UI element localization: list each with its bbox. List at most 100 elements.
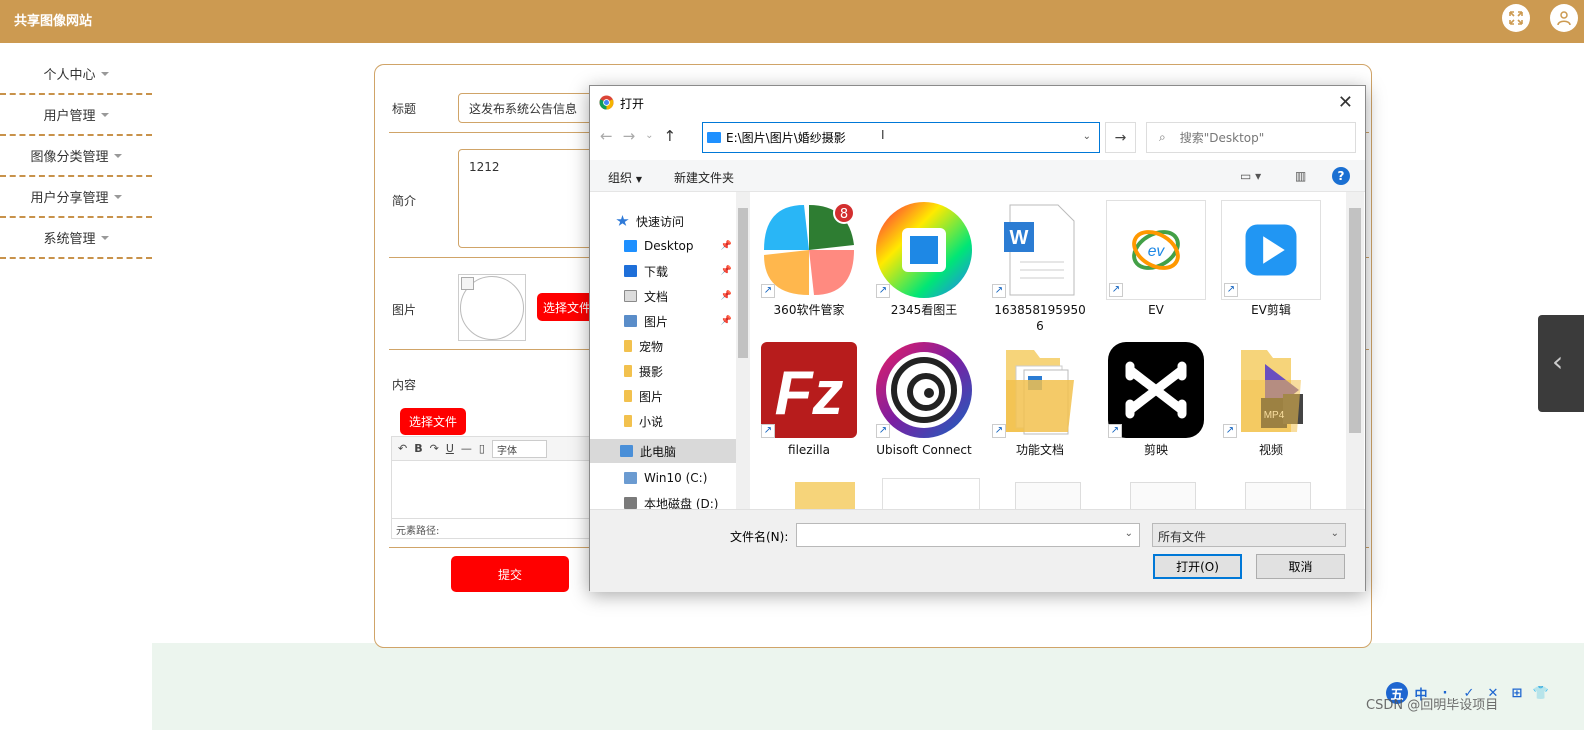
sidebar-item-user-share[interactable]: 用户分享管理 bbox=[0, 177, 152, 218]
folder-icon bbox=[624, 390, 632, 402]
cancel-button[interactable]: 取消 bbox=[1256, 554, 1345, 579]
sidebar: 个人中心 用户管理 图像分类管理 用户分享管理 系统管理 bbox=[0, 54, 152, 259]
file-item-word-doc[interactable]: W ↗ 1638581959506 bbox=[984, 200, 1096, 334]
skin-icon[interactable]: 👕 bbox=[1530, 682, 1552, 704]
nav-item-pictures[interactable]: 图片 📌 bbox=[590, 309, 736, 333]
bold-icon[interactable]: B bbox=[414, 442, 422, 455]
sidebar-item-personal-center[interactable]: 个人中心 bbox=[0, 54, 152, 95]
view-options-icon[interactable]: ▭ ▾ bbox=[1240, 169, 1261, 183]
folder-icon[interactable] bbox=[795, 482, 855, 509]
underline-icon[interactable]: U bbox=[446, 442, 454, 455]
help-icon[interactable]: ? bbox=[1332, 167, 1350, 185]
svg-text:Fz: Fz bbox=[775, 359, 844, 428]
submit-button[interactable]: 提交 bbox=[451, 556, 569, 592]
page-icon[interactable]: ▯ bbox=[479, 442, 485, 455]
file-item-ubisoft[interactable]: ↗ Ubisoft Connect bbox=[868, 340, 980, 458]
file-thumbnail[interactable] bbox=[882, 478, 980, 509]
open-button[interactable]: 打开(O) bbox=[1153, 554, 1242, 579]
font-select[interactable]: 字体 bbox=[491, 439, 547, 458]
file-grid: 8 ↗ 360软件管家 ↗ 2345看图王 W ↗ 1638581959506 … bbox=[750, 192, 1346, 509]
sidebar-item-image-category[interactable]: 图像分类管理 bbox=[0, 136, 152, 177]
document-icon[interactable] bbox=[1245, 482, 1311, 509]
nav-item-this-pc[interactable]: 此电脑 bbox=[590, 439, 736, 463]
broken-image-icon bbox=[461, 277, 474, 290]
chrome-icon bbox=[599, 95, 614, 110]
file-item-2345[interactable]: ↗ 2345看图王 bbox=[868, 200, 980, 318]
word-doc-icon: W ↗ bbox=[990, 200, 1090, 300]
go-button[interactable]: → bbox=[1105, 122, 1136, 153]
nav-item-desktop[interactable]: Desktop 📌 bbox=[590, 234, 736, 258]
up-arrow-icon[interactable]: ↑ bbox=[664, 127, 677, 145]
keyboard-icon[interactable]: ⊞ bbox=[1506, 682, 1528, 704]
choose-image-button[interactable]: 选择文件 bbox=[537, 293, 597, 321]
chevron-down-icon[interactable]: ⌄ bbox=[1125, 528, 1133, 539]
shortcut-arrow-icon: ↗ bbox=[992, 424, 1006, 438]
undo-icon[interactable]: ↶ bbox=[398, 442, 407, 455]
caret-down-icon bbox=[100, 112, 109, 117]
chevron-down-icon: ⌄ bbox=[1330, 528, 1339, 539]
nav-scrollbar[interactable] bbox=[736, 192, 750, 509]
drive-icon bbox=[624, 497, 637, 509]
expand-icon bbox=[1509, 11, 1523, 25]
nav-arrows: ← → ⌄ ↑ bbox=[600, 127, 676, 145]
folder-icon: ↗ bbox=[990, 340, 1090, 440]
sidebar-item-system[interactable]: 系统管理 bbox=[0, 218, 152, 259]
new-folder-button[interactable]: 新建文件夹 bbox=[674, 169, 734, 186]
image-label: 图片 bbox=[392, 303, 417, 317]
user-button[interactable] bbox=[1550, 4, 1578, 32]
chevron-down-icon[interactable]: ⌄ bbox=[1083, 131, 1091, 142]
nav-item-drive-c[interactable]: Win10 (C:) bbox=[590, 466, 736, 490]
document-icon bbox=[624, 290, 637, 302]
desktop-icon bbox=[624, 240, 637, 252]
forward-arrow-icon[interactable]: → bbox=[623, 127, 636, 145]
nav-item-novels[interactable]: 小说 bbox=[590, 409, 736, 433]
back-arrow-icon[interactable]: ← bbox=[600, 127, 613, 145]
redo-icon[interactable]: ↷ bbox=[430, 442, 439, 455]
title-label: 标题 bbox=[392, 102, 417, 116]
shortcut-arrow-icon: ↗ bbox=[761, 284, 775, 298]
preview-pane-icon[interactable]: ▥ bbox=[1295, 169, 1306, 183]
pin-icon: 📌 bbox=[720, 316, 732, 326]
dialog-close-button[interactable]: ✕ bbox=[1338, 92, 1353, 113]
dialog-titlebar: 打开 ✕ bbox=[590, 86, 1365, 118]
filename-input[interactable]: ⌄ bbox=[796, 523, 1140, 547]
document-icon[interactable] bbox=[1130, 482, 1196, 509]
file-item-ev-edit[interactable]: ↗ EV剪辑 bbox=[1215, 200, 1327, 318]
watermark: CSDN @回明毕设项目 bbox=[1366, 698, 1499, 713]
nav-item-photography[interactable]: 摄影 bbox=[590, 359, 736, 383]
recent-dropdown-icon[interactable]: ⌄ bbox=[645, 127, 653, 145]
nav-item-pets[interactable]: 宠物 bbox=[590, 334, 736, 358]
star-icon bbox=[616, 215, 629, 226]
fullscreen-button[interactable] bbox=[1502, 4, 1530, 32]
file-item-video[interactable]: MP4 ↗ 视频 bbox=[1215, 340, 1327, 458]
2345-icon: ↗ bbox=[874, 200, 974, 300]
filetype-select[interactable]: 所有文件 ⌄ bbox=[1152, 523, 1346, 547]
organize-button[interactable]: 组织 ▼ bbox=[608, 169, 642, 186]
folder-icon bbox=[624, 415, 632, 427]
navigation-pane: 快速访问 Desktop 📌 下载 📌 文档 📌 图片 📌 宠物 摄影 图片 小说 此电… bbox=[590, 192, 736, 509]
file-item-360[interactable]: 8 ↗ 360软件管家 bbox=[753, 200, 865, 318]
nav-item-documents[interactable]: 文档 📌 bbox=[590, 284, 736, 308]
content-choose-file-button[interactable]: 选择文件 bbox=[400, 408, 466, 435]
editor-toolbar: ↶ B ↷ U — ▯ 字体 bbox=[392, 437, 600, 461]
files-scrollbar[interactable] bbox=[1346, 192, 1364, 509]
nav-item-quick-access[interactable]: 快速访问 bbox=[590, 209, 736, 233]
file-item-ev[interactable]: ev ↗ EV bbox=[1100, 200, 1212, 318]
caret-down-icon bbox=[113, 153, 122, 158]
nav-item-downloads[interactable]: 下载 📌 bbox=[590, 259, 736, 283]
file-item-capcut[interactable]: ↗ 剪映 bbox=[1100, 340, 1212, 458]
horizontal-rule-icon[interactable]: — bbox=[461, 442, 472, 455]
nav-item-drive-d[interactable]: 本地磁盘 (D:) bbox=[590, 491, 736, 509]
pin-icon: 📌 bbox=[720, 291, 732, 301]
address-bar[interactable]: E:\图片\图片\婚纱摄影 I ⌄ bbox=[702, 122, 1100, 153]
side-collapse-tab[interactable]: ‹ bbox=[1538, 315, 1584, 412]
sidebar-item-user-management[interactable]: 用户管理 bbox=[0, 95, 152, 136]
file-item-function-docs[interactable]: ↗ 功能文档 bbox=[984, 340, 1096, 458]
rich-text-editor: ↶ B ↷ U — ▯ 字体 元素路径: bbox=[391, 436, 601, 539]
svg-text:W: W bbox=[1010, 227, 1029, 249]
text-cursor-icon: I bbox=[881, 128, 885, 142]
nav-item-pictures-folder[interactable]: 图片 bbox=[590, 384, 736, 408]
document-icon[interactable] bbox=[1015, 482, 1081, 509]
search-input[interactable]: ⌕ 搜索"Desktop" bbox=[1146, 122, 1356, 153]
file-item-filezilla[interactable]: Fz ↗ filezilla bbox=[753, 340, 865, 458]
